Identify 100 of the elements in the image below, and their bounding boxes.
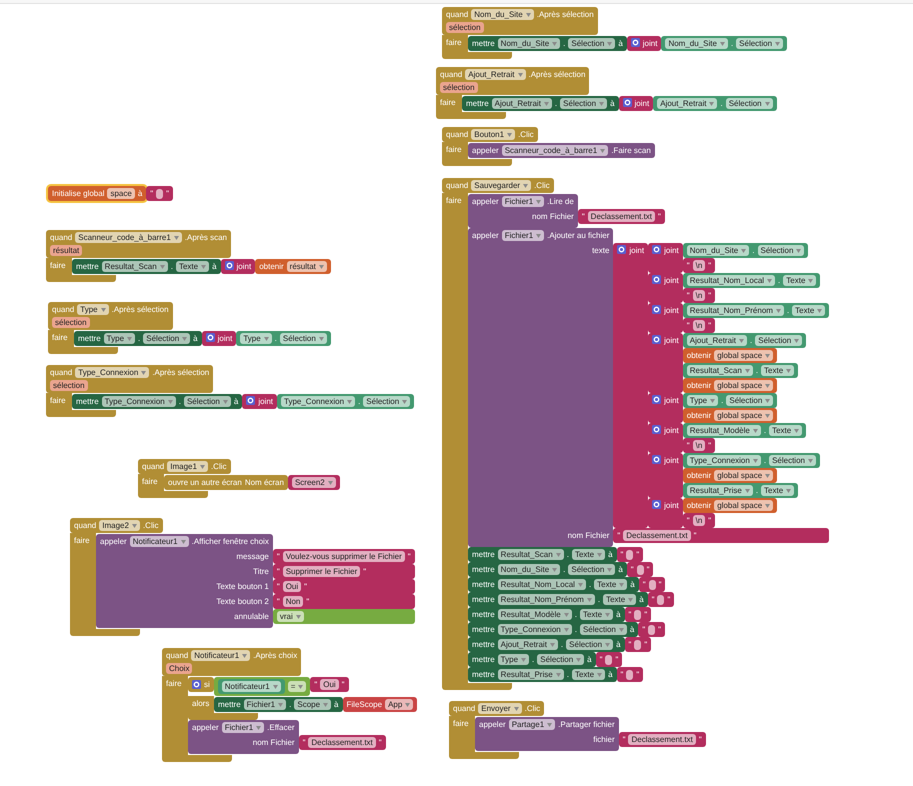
dropdown-field[interactable]: Sélection: [560, 98, 608, 109]
dropdown-field[interactable]: Sélection: [726, 395, 774, 406]
dropdown-field[interactable]: Texte: [792, 305, 826, 316]
text-field[interactable]: [605, 654, 612, 664]
dropdown-field[interactable]: résultat: [286, 261, 327, 272]
gear-icon[interactable]: [206, 333, 215, 342]
dropdown-field[interactable]: Sauvegarder: [471, 180, 532, 191]
dropdown-field[interactable]: Resultat_Scan: [686, 365, 753, 376]
dropdown-field[interactable]: Type: [240, 333, 272, 344]
text-field[interactable]: [626, 670, 634, 680]
dropdown-field[interactable]: Screen2: [292, 477, 336, 488]
text-field[interactable]: Supprimer le Fichier: [282, 566, 360, 577]
text-field[interactable]: Non: [282, 596, 304, 607]
dropdown-field[interactable]: Texte: [761, 485, 794, 496]
dropdown-field[interactable]: Sélection: [769, 455, 816, 466]
gear-icon[interactable]: [652, 425, 662, 434]
dropdown-field[interactable]: global space: [714, 380, 774, 391]
gear-icon[interactable]: [652, 500, 662, 509]
dropdown-field[interactable]: App: [385, 699, 414, 710]
dropdown-field[interactable]: Nom_du_Site: [471, 9, 534, 20]
dropdown-field[interactable]: Resultat_Scan: [102, 261, 168, 272]
dropdown-field[interactable]: Bouton1: [471, 129, 516, 140]
dropdown-field[interactable]: Type: [498, 654, 530, 665]
dropdown-field[interactable]: Sélection: [755, 335, 802, 346]
dropdown-field[interactable]: Sélection: [568, 38, 616, 49]
gear-icon[interactable]: [652, 275, 662, 284]
dropdown-field[interactable]: Nom_du_Site: [665, 38, 728, 49]
dropdown-field[interactable]: Type: [77, 304, 109, 315]
dropdown-field[interactable]: Type: [686, 395, 718, 406]
text-field[interactable]: Declassement.txt: [628, 734, 696, 745]
dropdown-field[interactable]: Type: [104, 333, 136, 344]
dropdown-field[interactable]: Sélection: [537, 654, 584, 665]
dropdown-field[interactable]: Scope: [294, 699, 332, 710]
dropdown-field[interactable]: Image1: [167, 461, 208, 472]
dropdown-field[interactable]: Scanneur_code_à_barre1: [75, 232, 182, 243]
dropdown-field[interactable]: Type_Connexion: [686, 455, 761, 466]
dropdown-field[interactable]: Texte: [176, 261, 210, 272]
parameter-field[interactable]: sélection: [440, 82, 478, 93]
dropdown-field[interactable]: Nom_du_Site: [498, 564, 560, 575]
dropdown-field[interactable]: Fichier1: [502, 230, 544, 241]
dropdown-field[interactable]: Nom_du_Site: [498, 38, 560, 49]
dropdown-field[interactable]: Type_Connexion: [281, 396, 356, 407]
dropdown-field[interactable]: Notificateur1: [191, 650, 250, 661]
dropdown-field[interactable]: Ajout_Retrait: [686, 335, 748, 346]
text-field[interactable]: space: [107, 188, 135, 199]
dropdown-field[interactable]: Scanneur_code_à_barre1: [502, 145, 608, 156]
dropdown-field[interactable]: Sélection: [566, 639, 614, 650]
dropdown-field[interactable]: Image2: [99, 520, 140, 531]
dropdown-field[interactable]: Sélection: [758, 245, 804, 256]
gear-icon[interactable]: [652, 305, 662, 314]
dropdown-field[interactable]: Texte: [783, 275, 816, 286]
gear-icon[interactable]: [622, 98, 632, 107]
dropdown-field[interactable]: Texte: [761, 365, 794, 376]
dropdown-field[interactable]: Texte: [572, 669, 606, 680]
dropdown-field[interactable]: Notificateur1: [130, 536, 189, 547]
dropdown-field[interactable]: Texte: [769, 425, 802, 436]
dropdown-field[interactable]: Ajout_Retrait: [657, 98, 718, 109]
dropdown-field[interactable]: Texte: [572, 549, 606, 560]
dropdown-field[interactable]: Fichier1: [244, 699, 286, 710]
dropdown-field[interactable]: Resultat_Nom_Local: [686, 275, 776, 286]
dropdown-field[interactable]: Ajout_Retrait: [492, 98, 552, 109]
dropdown-field[interactable]: Notificateur1: [222, 681, 281, 692]
gear-icon[interactable]: [652, 245, 662, 254]
dropdown-field[interactable]: Fichier1: [222, 722, 264, 733]
text-field[interactable]: Declassement.txt: [308, 737, 376, 748]
dropdown-field[interactable]: Type_Connexion: [102, 396, 176, 407]
parameter-field[interactable]: résultat: [50, 245, 82, 256]
parameter-field[interactable]: sélection: [446, 22, 484, 33]
gear-icon[interactable]: [652, 395, 662, 404]
dropdown-field[interactable]: Sélection: [184, 396, 231, 407]
dropdown-field[interactable]: Resultat_Prise: [498, 669, 564, 680]
dropdown-field[interactable]: Sélection: [143, 333, 190, 344]
dropdown-field[interactable]: Texte: [594, 579, 628, 590]
dropdown-field[interactable]: Sélection: [363, 396, 410, 407]
text-field[interactable]: [156, 188, 164, 198]
dropdown-field[interactable]: Resultat_Scan: [498, 549, 564, 560]
text-field[interactable]: Oui: [320, 679, 339, 690]
dropdown-field[interactable]: =: [288, 681, 306, 692]
gear-icon[interactable]: [246, 396, 256, 405]
gear-icon[interactable]: [192, 680, 201, 689]
dropdown-field[interactable]: Resultat_Modèle: [498, 609, 572, 620]
dropdown-field[interactable]: Envoyer: [478, 703, 522, 714]
text-field[interactable]: \n: [692, 320, 706, 331]
gear-icon[interactable]: [224, 261, 234, 270]
dropdown-field[interactable]: Sélection: [736, 38, 784, 49]
text-field[interactable]: Voulez-vous supprimer le Fichier: [282, 551, 405, 562]
dropdown-field[interactable]: Resultat_Modèle: [686, 425, 761, 436]
dropdown-field[interactable]: Ajout_Retrait: [465, 69, 526, 80]
text-field[interactable]: \n: [692, 515, 706, 526]
dropdown-field[interactable]: global space: [714, 470, 774, 481]
dropdown-field[interactable]: Partage1: [508, 719, 556, 730]
parameter-field[interactable]: sélection: [50, 380, 88, 391]
text-field[interactable]: \n: [692, 260, 706, 271]
gear-icon[interactable]: [630, 38, 640, 47]
dropdown-field[interactable]: Sélection: [726, 98, 773, 109]
dropdown-field[interactable]: Resultat_Prise: [686, 485, 753, 496]
dropdown-field[interactable]: Resultat_Nom_Prénom: [498, 594, 595, 605]
dropdown-field[interactable]: Fichier1: [502, 196, 544, 207]
dropdown-field[interactable]: Sélection: [580, 624, 627, 635]
gear-icon[interactable]: [652, 455, 662, 464]
